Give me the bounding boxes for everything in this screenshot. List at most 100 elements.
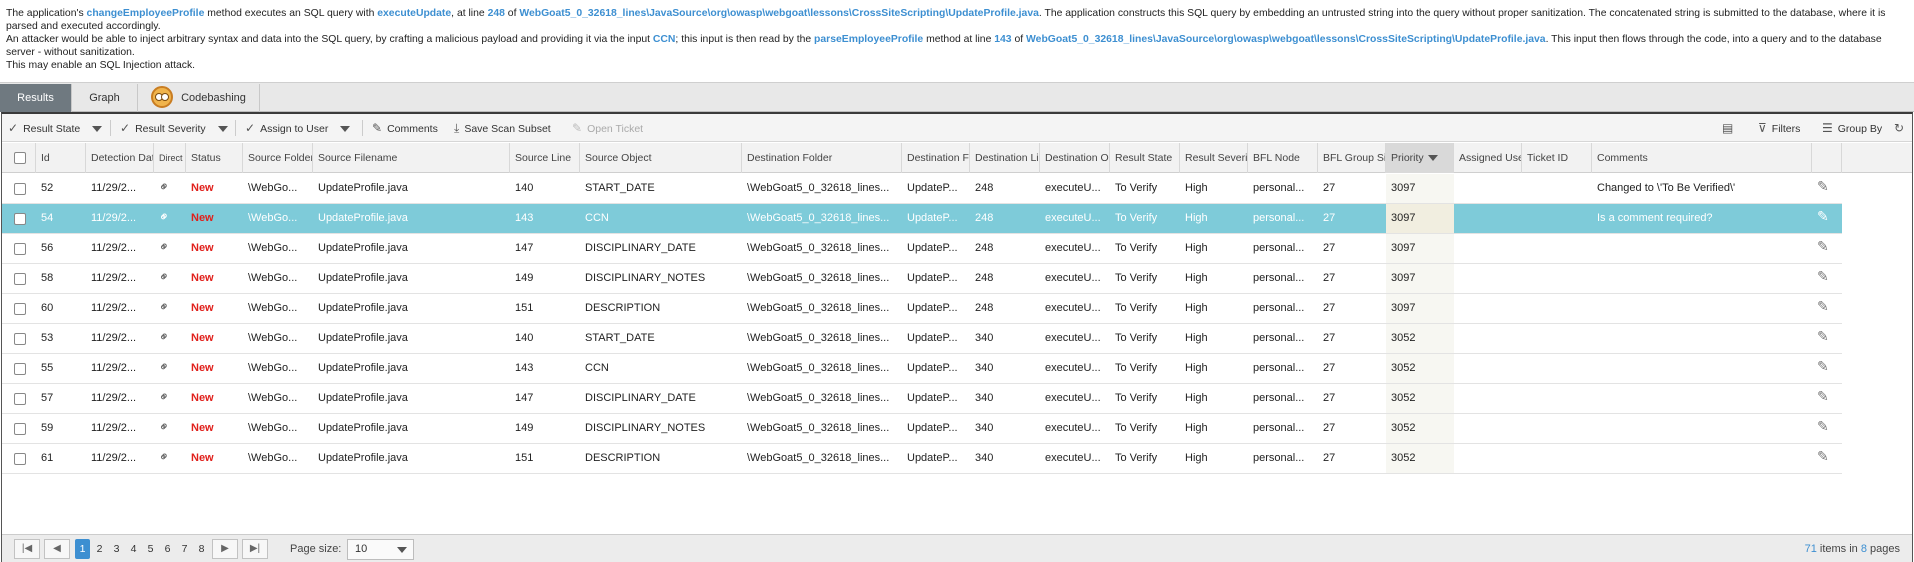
page-number-6[interactable]: 6	[160, 539, 175, 559]
next-page-button[interactable]: ▶	[212, 539, 238, 559]
page-number-1[interactable]: 1	[75, 539, 90, 559]
result-state-button[interactable]: ✓ Result State	[8, 114, 103, 142]
table-row[interactable]: ⚭ 61 11/29/2... New \WebGo... UpdateProfile.j…	[2, 444, 1842, 474]
row-checkbox[interactable]	[14, 453, 26, 465]
edit-icon[interactable]: ✎	[1817, 298, 1829, 315]
link-icon[interactable]: ⚭	[155, 267, 174, 286]
table-row[interactable]: ⚭ 56 11/29/2... New \WebGo... UpdateProfile.j…	[2, 234, 1842, 264]
column-header-ticket-id[interactable]: Ticket ID	[1522, 143, 1592, 173]
edit-icon[interactable]: ✎	[1817, 358, 1829, 375]
edit-icon[interactable]: ✎	[1817, 418, 1829, 435]
tab-graph[interactable]: Graph	[72, 84, 138, 112]
column-header-source-folder[interactable]: Source Folder	[243, 143, 313, 173]
row-checkbox[interactable]	[14, 273, 26, 285]
page-number-2[interactable]: 2	[92, 539, 107, 559]
table-row[interactable]: ⚭ 57 11/29/2... New \WebGo... UpdateProfile.j…	[2, 384, 1842, 414]
row-checkbox[interactable]	[14, 183, 26, 195]
row-checkbox[interactable]	[14, 393, 26, 405]
column-header-bfl-node[interactable]: BFL Node	[1248, 143, 1318, 173]
edit-icon[interactable]: ✎	[1817, 328, 1829, 345]
cell-source-filename: UpdateProfile.java	[318, 362, 408, 374]
cell-destination-line: 340	[975, 362, 994, 374]
edit-icon[interactable]: ✎	[1817, 448, 1829, 465]
row-checkbox[interactable]	[14, 423, 26, 435]
table-row[interactable]: ⚭ 53 11/29/2... New \WebGo... UpdateProfile.j…	[2, 324, 1842, 354]
cell-detection-date: 11/29/2...	[91, 212, 137, 224]
table-row[interactable]: ⚭ 60 11/29/2... New \WebGo... UpdateProfile.j…	[2, 294, 1842, 324]
link-icon[interactable]: ⚭	[155, 207, 174, 226]
select-all-checkbox[interactable]	[14, 152, 26, 164]
edit-icon[interactable]: ✎	[1817, 178, 1829, 195]
source-file-link[interactable]: WebGoat5_0_32618_lines\JavaSource\org\ow…	[1026, 34, 1546, 45]
table-row[interactable]: ⚭ 52 11/29/2... New \WebGo... UpdateProfile.j…	[2, 174, 1842, 204]
sink-link[interactable]: executeUpdate	[377, 8, 451, 19]
page-number-5[interactable]: 5	[143, 539, 158, 559]
row-checkbox[interactable]	[14, 243, 26, 255]
column-header-source-line[interactable]: Source Line	[510, 143, 580, 173]
link-icon[interactable]: ⚭	[155, 357, 174, 376]
edit-icon[interactable]: ✎	[1817, 238, 1829, 255]
column-header-priority[interactable]: Priority	[1386, 143, 1454, 173]
line-link[interactable]: 248	[488, 8, 505, 19]
link-icon[interactable]: ⚭	[155, 447, 174, 466]
column-header-destination-object[interactable]: Destination Ob	[1040, 143, 1110, 173]
input-link[interactable]: CCN	[653, 34, 676, 45]
method-link[interactable]: changeEmployeeProfile	[87, 8, 205, 19]
assign-to-user-button[interactable]: ✓ Assign to User	[245, 114, 351, 142]
table-row[interactable]: ⚭ 54 11/29/2... New \WebGo... UpdateProfile.j…	[2, 204, 1842, 234]
column-header-comments[interactable]: Comments	[1592, 143, 1812, 173]
link-icon[interactable]: ⚭	[155, 177, 174, 196]
column-header-id[interactable]: Id	[36, 143, 86, 173]
cell-priority: 3097	[1386, 204, 1454, 233]
link-icon[interactable]: ⚭	[155, 237, 174, 256]
page-size-select[interactable]: 10	[347, 539, 414, 560]
row-checkbox[interactable]	[14, 303, 26, 315]
refresh-button[interactable]: ↻	[1894, 114, 1909, 142]
row-checkbox[interactable]	[14, 213, 26, 225]
source-line-link[interactable]: 143	[994, 34, 1011, 45]
page-number-7[interactable]: 7	[177, 539, 192, 559]
edit-icon[interactable]: ✎	[1817, 208, 1829, 225]
tab-codebashing[interactable]: Codebashing	[138, 84, 260, 112]
first-page-button[interactable]: |◀	[14, 539, 40, 559]
grid-header: Id Detection Date Direct Status Source F…	[2, 143, 1912, 173]
column-header-bfl-group-size[interactable]: BFL Group Siz	[1318, 143, 1386, 173]
table-row[interactable]: ⚭ 59 11/29/2... New \WebGo... UpdateProfile.j…	[2, 414, 1842, 444]
open-ticket-button[interactable]: ✎ Open Ticket	[572, 114, 643, 142]
group-by-button[interactable]: ☰ Group By	[1822, 114, 1882, 142]
column-header-direct[interactable]: Direct	[154, 143, 186, 173]
filters-button[interactable]: ⊽ Filters	[1758, 114, 1800, 142]
column-header-result-severity[interactable]: Result Severity	[1180, 143, 1248, 173]
column-header-status[interactable]: Status	[186, 143, 243, 173]
tab-results[interactable]: Results	[0, 84, 72, 112]
column-header-source-object[interactable]: Source Object	[580, 143, 742, 173]
column-header-detection-date[interactable]: Detection Date	[86, 143, 154, 173]
row-checkbox[interactable]	[14, 333, 26, 345]
column-header-source-filename[interactable]: Source Filename	[313, 143, 510, 173]
page-number-3[interactable]: 3	[109, 539, 124, 559]
last-page-button[interactable]: ▶|	[242, 539, 268, 559]
column-header-destination-line[interactable]: Destination Li	[970, 143, 1040, 173]
table-row[interactable]: ⚭ 58 11/29/2... New \WebGo... UpdateProfile.j…	[2, 264, 1842, 294]
save-scan-subset-button[interactable]: ⤓ Save Scan Subset	[454, 114, 551, 142]
edit-icon[interactable]: ✎	[1817, 388, 1829, 405]
edit-icon[interactable]: ✎	[1817, 268, 1829, 285]
link-icon[interactable]: ⚭	[155, 387, 174, 406]
comments-button[interactable]: ✎ Comments	[372, 114, 438, 142]
file-link[interactable]: WebGoat5_0_32618_lines\JavaSource\org\ow…	[519, 8, 1039, 19]
link-icon[interactable]: ⚭	[155, 327, 174, 346]
column-header-assigned-user[interactable]: Assigned User	[1454, 143, 1522, 173]
table-row[interactable]: ⚭ 55 11/29/2... New \WebGo... UpdateProfile.j…	[2, 354, 1842, 384]
column-header-result-state[interactable]: Result State	[1110, 143, 1180, 173]
page-number-8[interactable]: 8	[194, 539, 209, 559]
link-icon[interactable]: ⚭	[155, 417, 174, 436]
link-icon[interactable]: ⚭	[155, 297, 174, 316]
previous-page-button[interactable]: ◀	[44, 539, 70, 559]
row-checkbox[interactable]	[14, 363, 26, 375]
column-header-destination-folder[interactable]: Destination Folder	[742, 143, 902, 173]
result-severity-button[interactable]: ✓ Result Severity	[120, 114, 228, 142]
column-chooser-button[interactable]: ▤	[1722, 114, 1738, 142]
source-method-link[interactable]: parseEmployeeProfile	[814, 34, 923, 45]
page-number-4[interactable]: 4	[126, 539, 141, 559]
column-header-destination-file[interactable]: Destination Fi	[902, 143, 970, 173]
